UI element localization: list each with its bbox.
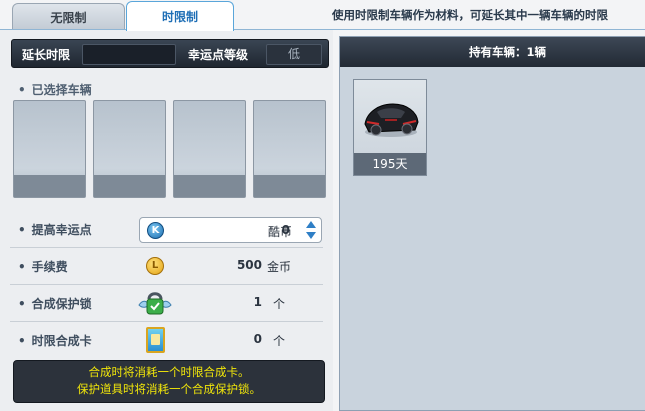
extend-bar: 延长时限 幸运点等级 低 [11, 39, 329, 68]
vehicle-slot-3[interactable] [173, 100, 246, 198]
luck-level-value: 低 [266, 44, 322, 65]
time-card-row: 时限合成卡 0 个 [0, 322, 333, 359]
extend-value-box [82, 44, 176, 65]
car-icon [364, 103, 419, 137]
protect-lock-label: 合成保护锁 [18, 295, 92, 312]
time-card-unit: 个 [273, 334, 286, 348]
luck-points-row: 提高幸运点 K 0 酷币 [0, 211, 333, 248]
owned-vehicles-title: 持有车辆：1辆 [468, 45, 546, 59]
hint-text: 使用时限制车辆作为材料，可延长其中一辆车辆的时限 [332, 8, 608, 22]
extend-label: 延长时限 [22, 48, 71, 62]
protect-lock-unit: 个 [273, 297, 286, 311]
notice-line-1: 合成时将消耗一个时限合成卡。 [88, 365, 250, 379]
notice-line-2: 保护道具时将消耗一个合成保护锁。 [77, 382, 261, 396]
notice-box: 合成时将消耗一个时限合成卡。 保护道具时将消耗一个合成保护锁。 [13, 360, 325, 403]
luck-points-label: 提高幸运点 [18, 221, 92, 238]
tab-time-limited[interactable]: 时限制 [126, 1, 234, 31]
vehicle-slot-2[interactable] [93, 100, 166, 198]
time-card-label: 时限合成卡 [18, 332, 92, 349]
fee-label: 手续费 [18, 258, 68, 275]
time-card-value: 0 [253, 332, 262, 346]
tab-unlimited[interactable]: 无限制 [12, 3, 125, 30]
luck-points-unit: 酷币 [268, 225, 293, 239]
selected-vehicles-title: 已选择车辆 [18, 81, 92, 98]
tab-bar: 无限制 时限制 使用时限制车辆作为材料，可延长其中一辆车辆的时限 [0, 0, 645, 31]
protect-lock-row: 合成保护锁 1 个 [0, 285, 333, 322]
luck-level-label: 幸运点等级 [188, 48, 249, 62]
fee-row: 手续费 L 500 金币 [0, 248, 333, 285]
k-coin-icon: K [147, 222, 164, 239]
vehicle-card[interactable]: 195天 [353, 79, 427, 176]
synthesis-panel: 延长时限 幸运点等级 低 已选择车辆 提高幸运点 K 0 酷币 [0, 30, 333, 411]
arrow-up-icon[interactable] [306, 221, 316, 228]
vehicle-days: 195天 [354, 153, 426, 175]
vehicle-slot-4[interactable] [253, 100, 326, 198]
protect-lock-value: 1 [253, 295, 262, 309]
arrow-down-icon[interactable] [306, 232, 316, 239]
stepper-arrows[interactable] [305, 220, 317, 240]
gold-coin-icon: L [146, 257, 164, 275]
protection-lock-icon[interactable] [137, 289, 173, 317]
fee-unit: 金币 [267, 260, 292, 274]
owned-vehicles-header: 持有车辆：1辆 [340, 37, 645, 67]
time-card-icon[interactable] [146, 327, 165, 353]
fee-value: 500 [236, 258, 262, 272]
owned-vehicles-panel: 持有车辆：1辆 195天 [339, 36, 645, 411]
vehicle-slot-1[interactable] [13, 100, 86, 198]
luck-points-stepper[interactable]: K 0 酷币 [139, 217, 322, 243]
